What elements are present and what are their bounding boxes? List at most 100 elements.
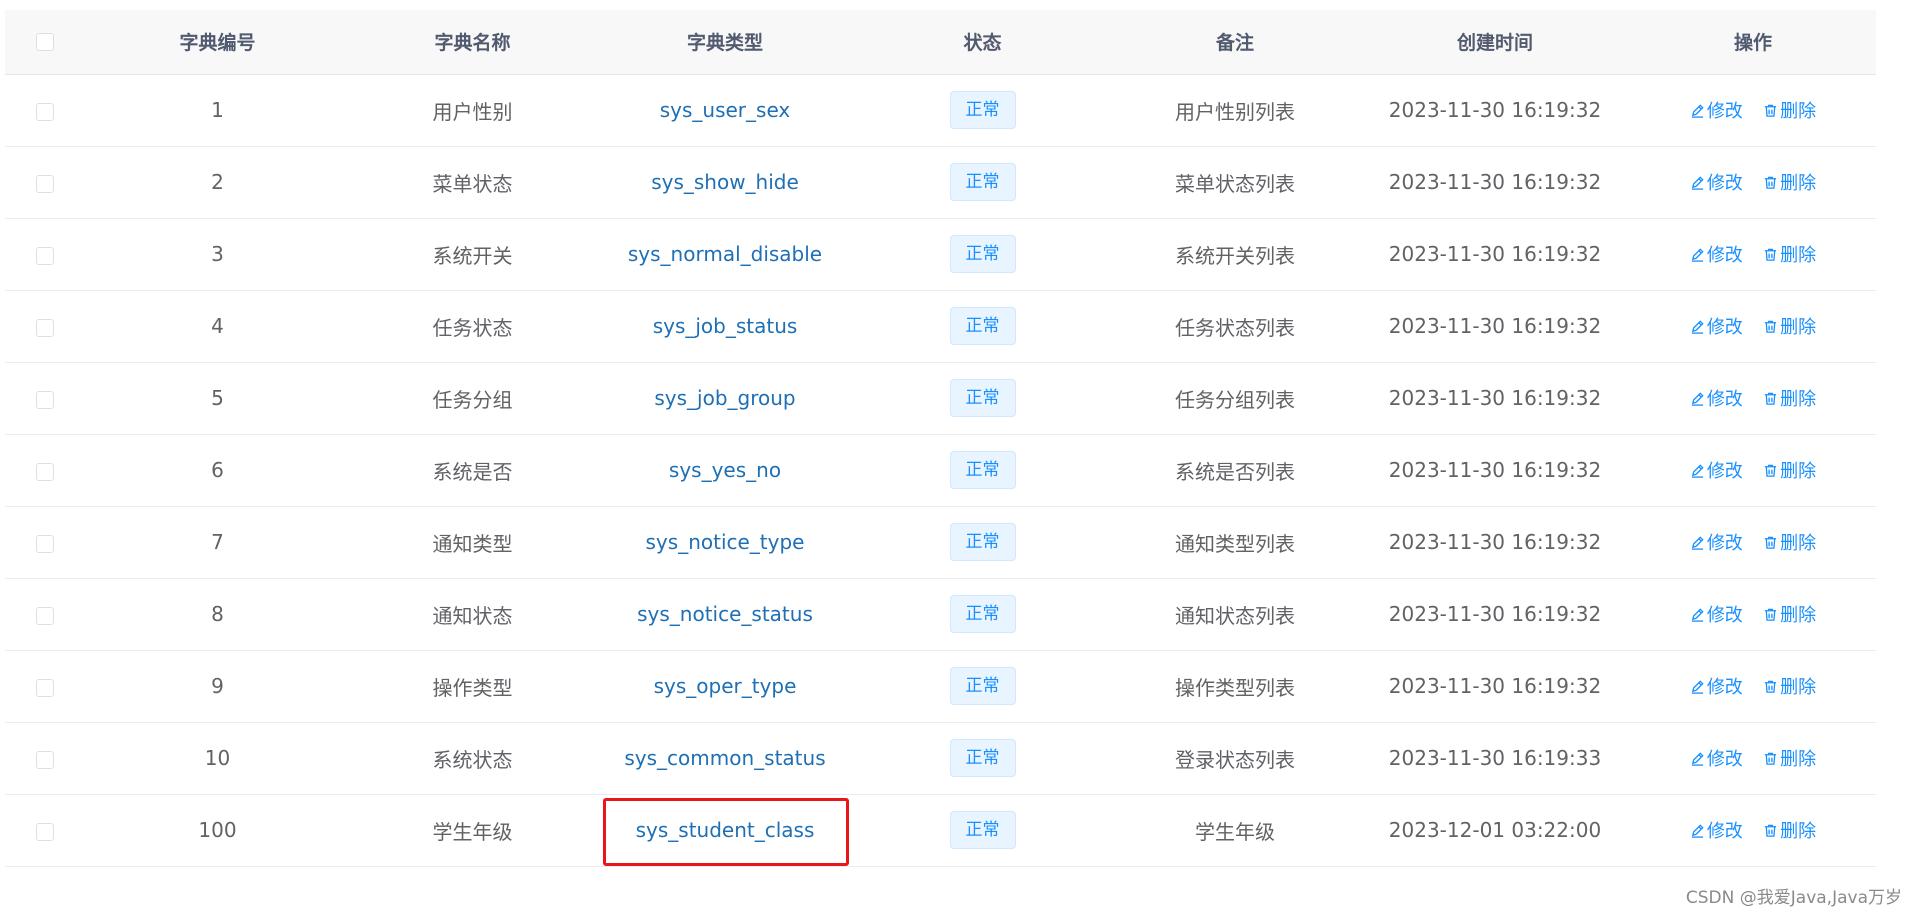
delete-button[interactable]: 删除 — [1763, 385, 1816, 411]
actions-cell: 修改 删除 — [1630, 650, 1876, 723]
dict-type-link[interactable]: sys_yes_no — [669, 458, 781, 482]
dict-remark: 操作类型列表 — [1110, 650, 1360, 723]
dict-id: 5 — [85, 362, 350, 435]
edit-button[interactable]: 修改 — [1690, 97, 1743, 123]
dict-id: 7 — [85, 506, 350, 579]
row-checkbox[interactable] — [36, 174, 54, 193]
status-badge: 正常 — [949, 811, 1016, 849]
created-time: 2023-11-30 16:19:33 — [1360, 722, 1630, 795]
dict-id: 1 — [85, 74, 350, 147]
created-time: 2023-11-30 16:19:32 — [1360, 578, 1630, 651]
dict-type-link[interactable]: sys_normal_disable — [628, 242, 822, 266]
row-select-cell[interactable] — [5, 722, 85, 795]
row-checkbox[interactable] — [36, 678, 54, 697]
edit-button[interactable]: 修改 — [1690, 745, 1743, 771]
dict-type-link[interactable]: sys_notice_type — [646, 530, 805, 554]
delete-button[interactable]: 删除 — [1763, 97, 1816, 123]
edit-label: 修改 — [1706, 461, 1743, 482]
header-dict-id: 字典编号 — [85, 10, 350, 75]
edit-icon — [1691, 463, 1704, 478]
row-checkbox[interactable] — [36, 606, 54, 625]
dict-type-link[interactable]: sys_user_sex — [660, 98, 791, 122]
dict-type-link[interactable]: sys_show_hide — [651, 170, 799, 194]
status-cell: 正常 — [855, 722, 1110, 795]
edit-button[interactable]: 修改 — [1690, 457, 1743, 483]
delete-button[interactable]: 删除 — [1763, 601, 1816, 627]
edit-label: 修改 — [1706, 245, 1743, 266]
edit-button[interactable]: 修改 — [1690, 601, 1743, 627]
delete-button[interactable]: 删除 — [1763, 529, 1816, 555]
edit-button[interactable]: 修改 — [1690, 817, 1743, 843]
row-select-cell[interactable] — [5, 794, 85, 867]
dict-type-link[interactable]: sys_student_class — [636, 818, 815, 842]
status-cell: 正常 — [855, 146, 1110, 219]
dict-name: 学生年级 — [350, 794, 595, 867]
status-badge: 正常 — [949, 523, 1016, 561]
delete-label: 删除 — [1780, 533, 1817, 554]
edit-label: 修改 — [1706, 389, 1743, 410]
edit-icon — [1691, 391, 1704, 406]
edit-label: 修改 — [1706, 173, 1743, 194]
delete-button[interactable]: 删除 — [1763, 241, 1816, 267]
header-select-all[interactable] — [5, 10, 85, 75]
dict-type-link[interactable]: sys_notice_status — [637, 602, 813, 626]
delete-button[interactable]: 删除 — [1763, 673, 1816, 699]
dict-remark: 菜单状态列表 — [1110, 146, 1360, 219]
dict-type-link[interactable]: sys_oper_type — [654, 674, 797, 698]
dict-table-container: 字典编号 字典名称 字典类型 状态 备注 创建时间 操作 1 用户性别 sys_… — [5, 10, 1876, 867]
dict-remark: 任务状态列表 — [1110, 290, 1360, 363]
created-time: 2023-11-30 16:19:32 — [1360, 290, 1630, 363]
delete-button[interactable]: 删除 — [1763, 817, 1816, 843]
edit-button[interactable]: 修改 — [1690, 169, 1743, 195]
row-checkbox[interactable] — [36, 390, 54, 409]
row-checkbox[interactable] — [36, 750, 54, 769]
status-cell: 正常 — [855, 506, 1110, 579]
status-badge: 正常 — [949, 163, 1016, 201]
row-select-cell[interactable] — [5, 362, 85, 435]
row-checkbox[interactable] — [36, 102, 54, 121]
edit-icon — [1691, 535, 1704, 550]
edit-button[interactable]: 修改 — [1690, 385, 1743, 411]
dict-id: 10 — [85, 722, 350, 795]
dict-table: 字典编号 字典名称 字典类型 状态 备注 创建时间 操作 1 用户性别 sys_… — [5, 10, 1876, 867]
dict-type-link[interactable]: sys_job_status — [653, 314, 798, 338]
delete-button[interactable]: 删除 — [1763, 169, 1816, 195]
row-select-cell[interactable] — [5, 506, 85, 579]
edit-button[interactable]: 修改 — [1690, 673, 1743, 699]
row-select-cell[interactable] — [5, 650, 85, 723]
status-cell: 正常 — [855, 434, 1110, 507]
dict-type-link[interactable]: sys_common_status — [624, 746, 825, 770]
edit-label: 修改 — [1706, 605, 1743, 626]
row-checkbox[interactable] — [36, 534, 54, 553]
dict-type-cell: sys_yes_no — [595, 434, 855, 507]
table-row: 2 菜单状态 sys_show_hide 正常 菜单状态列表 2023-11-3… — [5, 146, 1876, 219]
row-select-cell[interactable] — [5, 434, 85, 507]
select-all-checkbox[interactable] — [36, 33, 54, 52]
dict-type-link[interactable]: sys_job_group — [654, 386, 795, 410]
delete-label: 删除 — [1780, 245, 1817, 266]
edit-button[interactable]: 修改 — [1690, 241, 1743, 267]
edit-icon — [1691, 823, 1704, 838]
row-checkbox[interactable] — [36, 318, 54, 337]
row-select-cell[interactable] — [5, 146, 85, 219]
row-select-cell[interactable] — [5, 74, 85, 147]
delete-button[interactable]: 删除 — [1763, 745, 1816, 771]
edit-button[interactable]: 修改 — [1690, 313, 1743, 339]
table-row: 5 任务分组 sys_job_group 正常 任务分组列表 2023-11-3… — [5, 362, 1876, 435]
edit-icon — [1691, 247, 1704, 262]
actions-cell: 修改 删除 — [1630, 146, 1876, 219]
row-checkbox[interactable] — [36, 822, 54, 841]
row-select-cell[interactable] — [5, 218, 85, 291]
row-checkbox[interactable] — [36, 462, 54, 481]
dict-id: 4 — [85, 290, 350, 363]
row-checkbox[interactable] — [36, 246, 54, 265]
created-time: 2023-11-30 16:19:32 — [1360, 434, 1630, 507]
row-select-cell[interactable] — [5, 578, 85, 651]
edit-button[interactable]: 修改 — [1690, 529, 1743, 555]
status-cell: 正常 — [855, 290, 1110, 363]
delete-button[interactable]: 删除 — [1763, 313, 1816, 339]
row-select-cell[interactable] — [5, 290, 85, 363]
delete-button[interactable]: 删除 — [1763, 457, 1816, 483]
delete-icon — [1765, 752, 1777, 765]
delete-icon — [1765, 680, 1777, 693]
